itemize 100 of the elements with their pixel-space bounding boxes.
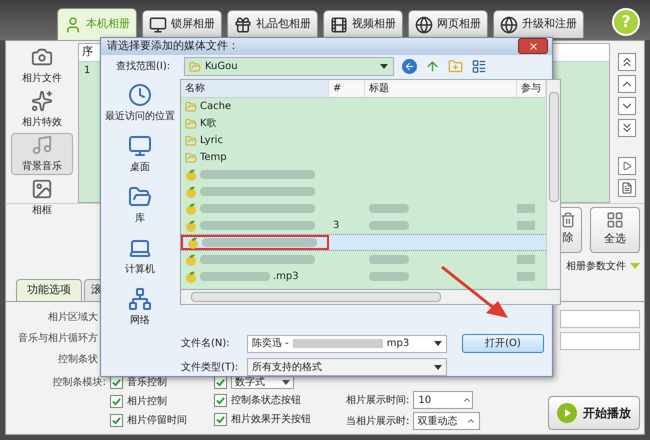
look-in-combo[interactable]: KuGou bbox=[184, 57, 394, 76]
input-field[interactable] bbox=[560, 310, 640, 328]
blurred-title bbox=[369, 221, 409, 230]
checkmark-icon bbox=[216, 415, 225, 424]
file-type-dropdown[interactable]: 所有支持的格式 bbox=[247, 358, 447, 376]
blurred-title bbox=[369, 272, 409, 281]
place-item[interactable]: 网络 bbox=[128, 287, 152, 328]
display-time-spinner[interactable]: 10 bbox=[413, 391, 474, 409]
control-modules-label: 控制条模块: bbox=[52, 376, 106, 390]
place-item[interactable]: 桌面 bbox=[128, 134, 152, 175]
globe-icon bbox=[500, 16, 518, 34]
camera-icon bbox=[31, 46, 53, 68]
folder-icon bbox=[185, 134, 197, 146]
picture-icon bbox=[31, 178, 53, 200]
when-display-label: 当相片展示时: bbox=[346, 414, 410, 428]
place-item[interactable]: 计算机 bbox=[125, 236, 155, 277]
blurred-artist bbox=[517, 221, 535, 230]
film-icon bbox=[330, 16, 348, 34]
file-row[interactable]: Temp bbox=[181, 149, 546, 166]
grid-icon bbox=[606, 211, 624, 230]
top-tab[interactable]: 锁屏相册 bbox=[142, 10, 222, 38]
sidebar-item[interactable]: 相框 bbox=[11, 177, 73, 219]
close-button[interactable] bbox=[518, 38, 548, 54]
checkbox[interactable] bbox=[110, 414, 123, 427]
look-in-label: 查找范围(I): bbox=[116, 60, 172, 74]
file-name: K歌 bbox=[200, 117, 217, 131]
top-tab[interactable]: 礼品包相册 bbox=[227, 10, 318, 38]
file-name: Lyric bbox=[200, 134, 223, 148]
music-file-icon bbox=[187, 236, 199, 248]
checkbox[interactable] bbox=[214, 413, 227, 426]
music-file-icon bbox=[185, 254, 197, 266]
music-file-icon bbox=[185, 168, 197, 180]
top-tab[interactable]: 视频相册 bbox=[323, 10, 403, 38]
checkbox[interactable] bbox=[110, 376, 123, 389]
gift-icon bbox=[234, 16, 252, 34]
blurred-artist bbox=[517, 272, 535, 281]
network-icon bbox=[128, 287, 152, 311]
folder-icon bbox=[189, 60, 201, 73]
move-button[interactable] bbox=[618, 97, 636, 115]
folder-icon bbox=[185, 118, 197, 130]
setting-label: 控制条状 bbox=[58, 352, 98, 367]
effect-dropdown[interactable]: 双重动态 bbox=[413, 412, 480, 430]
sidebar-item[interactable]: 相片特效 bbox=[11, 89, 73, 131]
track-number: 3 bbox=[333, 220, 340, 231]
back-icon[interactable] bbox=[402, 59, 417, 74]
music-file-icon bbox=[185, 270, 197, 282]
column-header: 标题 bbox=[365, 80, 517, 97]
start-play-button[interactable]: 开始播放 bbox=[548, 396, 640, 430]
params-dropdown[interactable]: 相册参数文件 bbox=[564, 258, 642, 274]
file-row[interactable] bbox=[181, 234, 546, 251]
play-button-small[interactable] bbox=[618, 157, 636, 175]
move-button[interactable] bbox=[618, 119, 636, 137]
folder-icon bbox=[185, 100, 197, 112]
checkbox[interactable] bbox=[214, 394, 227, 407]
top-tab[interactable]: 网页相册 bbox=[408, 10, 488, 38]
blurred-title bbox=[369, 204, 409, 213]
file-row[interactable]: Cache bbox=[181, 98, 546, 115]
folder-icon bbox=[128, 185, 152, 209]
dropdown-arrow-icon bbox=[380, 64, 388, 70]
file-type-label: 文件类型(T): bbox=[181, 360, 240, 374]
music-file-icon bbox=[185, 202, 197, 214]
action-button[interactable]: 全选 bbox=[590, 206, 640, 252]
blurred-filename bbox=[200, 272, 270, 281]
checkbox-label: 相片停留时间 bbox=[127, 414, 187, 428]
file-row[interactable]: Lyric bbox=[181, 132, 546, 149]
setting-label: 相片区域大 bbox=[48, 310, 98, 325]
sidebar-item[interactable]: 相片文件 bbox=[11, 45, 73, 87]
document-icon bbox=[621, 182, 633, 194]
checkbox-label: 相片控制 bbox=[127, 394, 167, 409]
file-row[interactable]: 3 bbox=[181, 217, 546, 234]
document-button[interactable] bbox=[618, 179, 636, 197]
checkbox[interactable] bbox=[110, 395, 123, 408]
up-folder-icon[interactable] bbox=[425, 59, 440, 74]
file-name-field[interactable]: 陈奕迅 - mp3 bbox=[247, 334, 447, 352]
sidebar-item[interactable]: 背景音乐 bbox=[11, 133, 73, 175]
open-button[interactable]: 打开(O) bbox=[462, 334, 544, 353]
file-row[interactable]: .mp3 bbox=[181, 268, 546, 285]
checkbox-label: 控制条状态按钮 bbox=[231, 394, 301, 408]
blurred-artist bbox=[517, 255, 535, 264]
view-menu-icon[interactable] bbox=[471, 59, 487, 74]
input-field[interactable] bbox=[560, 332, 640, 350]
move-button[interactable] bbox=[618, 75, 636, 93]
annotation-arrow bbox=[440, 265, 510, 320]
settings-tab[interactable]: 功能选项 bbox=[16, 279, 82, 301]
file-name-label: 文件名(N): bbox=[181, 336, 231, 351]
top-tab[interactable]: 升级和注册 bbox=[493, 10, 584, 38]
place-item[interactable]: 库 bbox=[128, 185, 152, 226]
checkmark-icon bbox=[216, 396, 225, 405]
horizontal-scrollbar[interactable] bbox=[180, 290, 561, 305]
music-file-icon bbox=[185, 186, 197, 198]
place-item[interactable]: 最近访问的位置 bbox=[105, 83, 175, 124]
checkmark-icon bbox=[112, 397, 121, 406]
move-button[interactable] bbox=[618, 53, 636, 71]
vertical-scrollbar[interactable] bbox=[546, 80, 560, 289]
checkmark-icon bbox=[216, 378, 225, 386]
dropdown-arrow-icon bbox=[630, 263, 640, 269]
clock-icon bbox=[128, 83, 152, 107]
file-row[interactable]: K歌 bbox=[181, 115, 546, 132]
dropdown-arrow-icon bbox=[282, 380, 290, 384]
checkmark-icon bbox=[112, 378, 121, 387]
